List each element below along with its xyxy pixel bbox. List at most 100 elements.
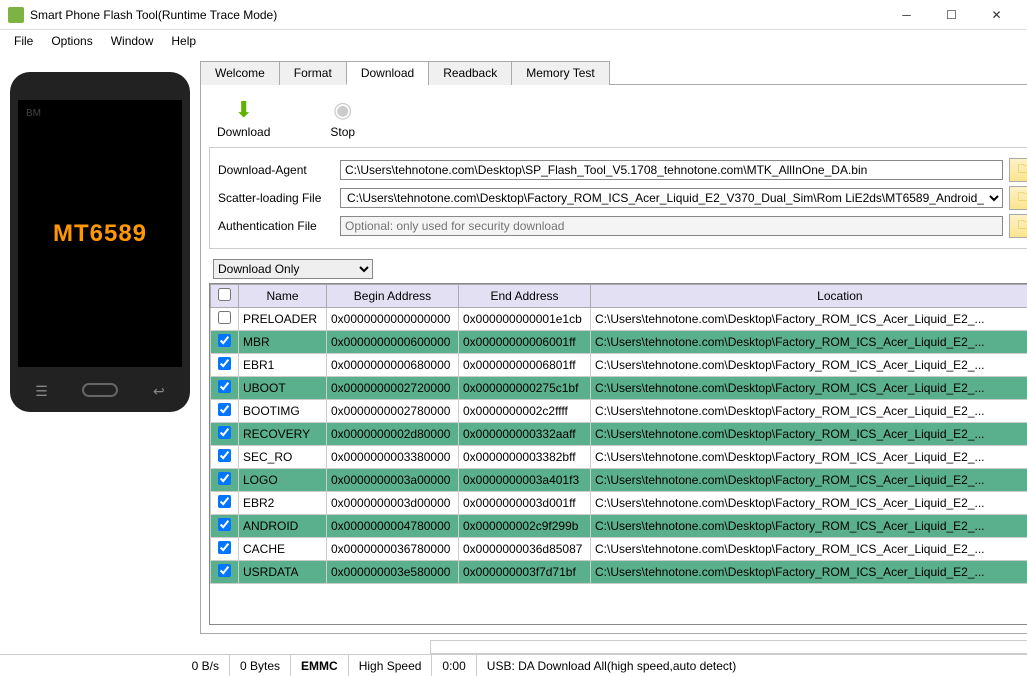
cell-name: ANDROID [239, 515, 327, 538]
row-checkbox[interactable] [218, 357, 231, 370]
row-checkbox[interactable] [218, 564, 231, 577]
table-row[interactable]: CACHE0x00000000367800000x0000000036d8508… [211, 538, 1027, 561]
tab-memtest[interactable]: Memory Test [511, 61, 609, 85]
table-row[interactable]: SEC_RO0x00000000033800000x0000000003382b… [211, 446, 1027, 469]
statusbar: 0 B/s 0 Bytes EMMC High Speed 0:00 USB: … [0, 654, 1027, 676]
cell-location: C:\Users\tehnotone.com\Desktop\Factory_R… [591, 515, 1027, 538]
cell-begin: 0x0000000003a00000 [327, 469, 459, 492]
cell-end: 0x0000000003382bff [459, 446, 591, 469]
row-checkbox[interactable] [218, 334, 231, 347]
download-button[interactable]: ⬇ Download [217, 97, 270, 139]
status-usb: USB: DA Download All(high speed,auto det… [477, 655, 1027, 676]
menu-window[interactable]: Window [103, 32, 162, 50]
col-end[interactable]: End Address [459, 285, 591, 308]
maximize-button[interactable]: ☐ [929, 0, 974, 30]
tab-content: ⬇ Download ◉ Stop Download-Agent 🗀choose… [200, 85, 1027, 634]
tab-welcome[interactable]: Welcome [200, 61, 280, 85]
progress-bar-empty [430, 640, 1027, 654]
row-checkbox[interactable] [218, 403, 231, 416]
table-row[interactable]: LOGO0x0000000003a000000x0000000003a401f3… [211, 469, 1027, 492]
row-checkbox[interactable] [218, 541, 231, 554]
row-checkbox[interactable] [218, 472, 231, 485]
cell-name: RECOVERY [239, 423, 327, 446]
folder-icon: 🗀 [1018, 216, 1027, 237]
row-checkbox[interactable] [218, 495, 231, 508]
stop-label: Stop [330, 125, 355, 139]
cell-begin: 0x0000000002d80000 [327, 423, 459, 446]
table-row[interactable]: PRELOADER0x00000000000000000x00000000000… [211, 308, 1027, 331]
auth-input[interactable] [340, 216, 1003, 236]
phone-bm-label: BM [26, 108, 41, 119]
row-checkbox[interactable] [218, 449, 231, 462]
cell-end: 0x000000000275c1bf [459, 377, 591, 400]
table-row[interactable]: RECOVERY0x0000000002d800000x000000000332… [211, 423, 1027, 446]
cell-end: 0x000000002c9f299b [459, 515, 591, 538]
status-storage: EMMC [291, 655, 349, 676]
col-name[interactable]: Name [239, 285, 327, 308]
cell-end: 0x000000000001e1cb [459, 308, 591, 331]
menu-file[interactable]: File [6, 32, 41, 50]
download-label: Download [217, 125, 270, 139]
phone-mockup: BM MT6589 ☰ ↩ [10, 72, 190, 412]
table-row[interactable]: ANDROID0x00000000047800000x000000002c9f2… [211, 515, 1027, 538]
select-all-checkbox[interactable] [218, 288, 231, 301]
download-mode-select[interactable]: Download Only [213, 259, 373, 279]
row-checkbox[interactable] [218, 518, 231, 531]
scatter-input[interactable]: C:\Users\tehnotone.com\Desktop\Factory_R… [340, 188, 1003, 208]
cell-location: C:\Users\tehnotone.com\Desktop\Factory_R… [591, 308, 1027, 331]
table-row[interactable]: USRDATA0x000000003e5800000x000000003f7d7… [211, 561, 1027, 584]
auth-choose-button[interactable]: 🗀choose [1009, 214, 1027, 238]
download-arrow-icon: ⬇ [234, 97, 252, 123]
cell-end: 0x0000000003d001ff [459, 492, 591, 515]
back-icon: ↩ [153, 383, 165, 400]
cell-name: UBOOT [239, 377, 327, 400]
auth-label: Authentication File [218, 219, 334, 233]
stop-icon: ◉ [333, 97, 352, 123]
col-location[interactable]: Location [591, 285, 1027, 308]
cell-name: CACHE [239, 538, 327, 561]
status-time: 0:00 [432, 655, 476, 676]
close-button[interactable]: ✕ [974, 0, 1019, 30]
row-checkbox[interactable] [218, 380, 231, 393]
tab-download[interactable]: Download [346, 61, 429, 85]
menu-options[interactable]: Options [43, 32, 100, 50]
cell-end: 0x0000000003a401f3 [459, 469, 591, 492]
home-icon [82, 383, 118, 397]
col-begin[interactable]: Begin Address [327, 285, 459, 308]
table-row[interactable]: BOOTIMG0x00000000027800000x0000000002c2f… [211, 400, 1027, 423]
status-speed: 0 B/s [0, 655, 230, 676]
status-mode: High Speed [349, 655, 433, 676]
row-checkbox[interactable] [218, 426, 231, 439]
cell-location: C:\Users\tehnotone.com\Desktop\Factory_R… [591, 377, 1027, 400]
da-choose-button[interactable]: 🗀choose [1009, 158, 1027, 182]
device-panel: BM MT6589 ☰ ↩ [0, 52, 200, 654]
titlebar: Smart Phone Flash Tool(Runtime Trace Mod… [0, 0, 1027, 30]
chip-label: MT6589 [53, 220, 147, 248]
cell-begin: 0x0000000002780000 [327, 400, 459, 423]
col-check[interactable] [211, 285, 239, 308]
cell-location: C:\Users\tehnotone.com\Desktop\Factory_R… [591, 492, 1027, 515]
da-input[interactable] [340, 160, 1003, 180]
tab-format[interactable]: Format [279, 61, 347, 85]
scatter-choose-button[interactable]: 🗀choose [1009, 186, 1027, 210]
table-row[interactable]: MBR0x00000000006000000x00000000006001ffC… [211, 331, 1027, 354]
row-checkbox[interactable] [218, 311, 231, 324]
cell-begin: 0x0000000003380000 [327, 446, 459, 469]
tabstrip: Welcome Format Download Readback Memory … [200, 60, 1027, 85]
minimize-button[interactable]: ─ [884, 0, 929, 30]
cell-name: EBR1 [239, 354, 327, 377]
cell-end: 0x0000000002c2ffff [459, 400, 591, 423]
menubar: File Options Window Help [0, 30, 1027, 52]
cell-begin: 0x0000000003d00000 [327, 492, 459, 515]
cell-begin: 0x0000000002720000 [327, 377, 459, 400]
cell-begin: 0x0000000004780000 [327, 515, 459, 538]
stop-button[interactable]: ◉ Stop [330, 97, 355, 139]
table-row[interactable]: UBOOT0x00000000027200000x000000000275c1b… [211, 377, 1027, 400]
cell-location: C:\Users\tehnotone.com\Desktop\Factory_R… [591, 446, 1027, 469]
status-bytes: 0 Bytes [230, 655, 291, 676]
file-fields: Download-Agent 🗀choose Scatter-loading F… [209, 147, 1027, 249]
tab-readback[interactable]: Readback [428, 61, 512, 85]
table-row[interactable]: EBR10x00000000006800000x00000000006801ff… [211, 354, 1027, 377]
menu-help[interactable]: Help [163, 32, 204, 50]
table-row[interactable]: EBR20x0000000003d000000x0000000003d001ff… [211, 492, 1027, 515]
